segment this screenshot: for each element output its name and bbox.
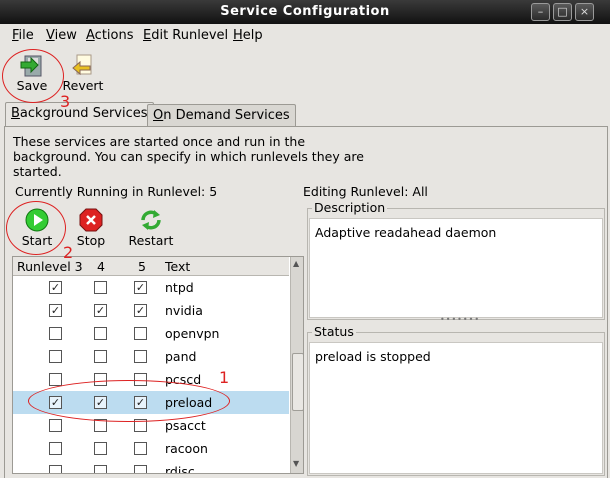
- status-frame: Status preload is stopped: [307, 324, 605, 476]
- annotation-number-2: 2: [63, 243, 74, 262]
- service-row-openvpn[interactable]: openvpn: [13, 322, 289, 345]
- description-box[interactable]: Adaptive readahead daemon: [309, 218, 603, 318]
- runlevel-3-checkbox[interactable]: ✓: [49, 281, 62, 294]
- menu-help[interactable]: Help: [233, 28, 263, 43]
- service-name: racoon: [165, 441, 208, 456]
- column-text[interactable]: Text: [165, 259, 190, 274]
- scroll-down-icon[interactable]: ▼: [293, 459, 299, 468]
- annotation-ellipse-preload: [28, 380, 230, 422]
- service-row-ntpd[interactable]: ✓ ✓ ntpd: [13, 276, 289, 299]
- tab-on-demand-services[interactable]: On Demand Services: [147, 104, 296, 127]
- service-name: nvidia: [165, 303, 203, 318]
- pane-resize-handle[interactable]: •••••••: [440, 315, 480, 324]
- stop-label: Stop: [76, 233, 106, 248]
- restart-icon: [141, 210, 161, 230]
- minimize-icon[interactable]: –: [531, 3, 550, 21]
- menu-bar: File View Actions Edit Runlevel Help: [0, 24, 610, 46]
- runlevel-5-checkbox[interactable]: [134, 465, 147, 473]
- status-box[interactable]: preload is stopped: [309, 342, 603, 474]
- annotation-ellipse-save: [2, 49, 64, 103]
- column-runlevel-4[interactable]: 4: [97, 259, 105, 274]
- runlevel-5-checkbox[interactable]: ✓: [134, 304, 147, 317]
- annotation-ellipse-start: [6, 201, 66, 255]
- runlevel-3-checkbox[interactable]: ✓: [49, 304, 62, 317]
- service-configuration-window: Service Configuration – □ × File View Ac…: [0, 0, 610, 478]
- tab-description: These services are started once and run …: [13, 134, 364, 179]
- description-label: Description: [312, 200, 388, 215]
- runlevel-4-checkbox[interactable]: [94, 465, 107, 473]
- runlevel-5-checkbox[interactable]: [134, 327, 147, 340]
- service-name: psacct: [165, 418, 206, 433]
- service-name: openvpn: [165, 326, 220, 341]
- menu-file[interactable]: File: [12, 28, 34, 43]
- annotation-number-1: 1: [219, 368, 230, 387]
- description-value: Adaptive readahead daemon: [315, 225, 497, 240]
- background-services-panel: These services are started once and run …: [4, 126, 608, 478]
- service-name: ntpd: [165, 280, 194, 295]
- scrollbar-thumb[interactable]: [292, 353, 303, 411]
- service-name: pand: [165, 349, 197, 364]
- service-tabs: Background Services On Demand Services: [0, 102, 610, 128]
- runlevel-4-checkbox[interactable]: [94, 350, 107, 363]
- runlevel-3-checkbox[interactable]: [49, 419, 62, 432]
- runlevel-4-checkbox[interactable]: ✓: [94, 304, 107, 317]
- stop-button[interactable]: Stop: [71, 207, 111, 248]
- restart-button[interactable]: Restart: [125, 207, 177, 248]
- maximize-icon[interactable]: □: [553, 3, 572, 21]
- column-runlevel-5[interactable]: 5: [138, 259, 146, 274]
- runlevel-3-checkbox[interactable]: [49, 350, 62, 363]
- runlevel-3-checkbox[interactable]: [49, 373, 62, 386]
- runlevel-4-checkbox[interactable]: [94, 327, 107, 340]
- restart-label: Restart: [128, 233, 174, 248]
- services-table: Runlevel 3 4 5 Text ✓ ✓ ntpd ✓ ✓ ✓ nvidia openv…: [12, 256, 304, 474]
- status-value: preload is stopped: [315, 349, 431, 364]
- menu-actions[interactable]: Actions: [86, 28, 134, 43]
- runlevel-3-checkbox[interactable]: [49, 465, 62, 473]
- runlevel-5-checkbox[interactable]: [134, 350, 147, 363]
- revert-button[interactable]: Revert: [60, 52, 106, 93]
- annotation-number-3: 3: [60, 92, 71, 111]
- editing-runlevel-label: Editing Runlevel: All: [303, 184, 428, 199]
- scroll-up-icon[interactable]: ▲: [293, 259, 299, 268]
- current-runlevel-label: Currently Running in Runlevel: 5: [15, 184, 218, 199]
- stop-icon: [79, 208, 103, 232]
- runlevel-4-checkbox[interactable]: [94, 281, 107, 294]
- description-frame: Description Adaptive readahead daemon: [307, 200, 605, 320]
- window-title: Service Configuration: [220, 4, 390, 19]
- service-row-rdisc[interactable]: rdisc: [13, 460, 289, 474]
- main-toolbar: Save Revert: [0, 46, 610, 102]
- revert-label: Revert: [62, 78, 104, 93]
- table-header: Runlevel 3 4 5 Text: [13, 257, 289, 276]
- service-row-pand[interactable]: pand: [13, 345, 289, 368]
- vertical-scrollbar[interactable]: ▲ ▼: [290, 257, 303, 473]
- runlevel-5-checkbox[interactable]: [134, 442, 147, 455]
- runlevel-5-checkbox[interactable]: ✓: [134, 281, 147, 294]
- close-icon[interactable]: ×: [575, 3, 594, 21]
- runlevel-4-checkbox[interactable]: [94, 442, 107, 455]
- runlevel-3-checkbox[interactable]: [49, 327, 62, 340]
- status-label: Status: [312, 324, 356, 339]
- runlevel-3-checkbox[interactable]: [49, 442, 62, 455]
- title-bar[interactable]: Service Configuration – □ ×: [0, 0, 610, 24]
- tab-background-services[interactable]: Background Services: [5, 102, 154, 128]
- service-row-racoon[interactable]: racoon: [13, 437, 289, 460]
- service-row-nvidia[interactable]: ✓ ✓ ✓ nvidia: [13, 299, 289, 322]
- menu-edit-runlevel[interactable]: Edit Runlevel: [143, 28, 228, 43]
- menu-view[interactable]: View: [46, 28, 77, 43]
- service-name: rdisc: [165, 464, 195, 474]
- revert-icon: [72, 54, 92, 76]
